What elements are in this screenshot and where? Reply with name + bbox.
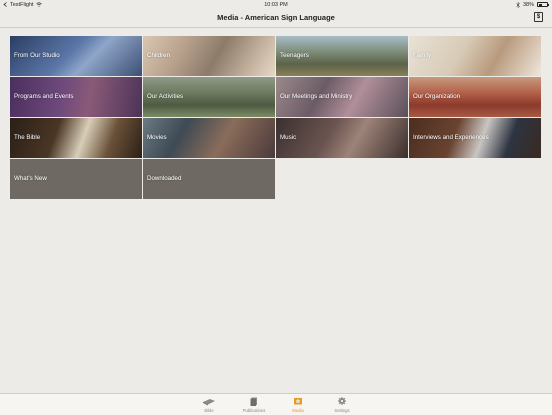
tile-family[interactable]: Family	[409, 36, 541, 76]
tile-label: Children	[147, 52, 171, 59]
page-title: Media - American Sign Language	[217, 13, 335, 22]
bluetooth-icon	[516, 1, 520, 8]
battery-icon	[537, 2, 549, 7]
media-icon	[294, 398, 302, 405]
tile-label: Our Activities	[147, 93, 184, 100]
tile-interviews-and-experiences[interactable]: Interviews and Experiences	[409, 118, 541, 158]
tile-programs-and-events[interactable]: Programs and Events	[10, 77, 142, 117]
publications-icon	[250, 397, 257, 406]
settings-icon	[338, 397, 346, 405]
tile-label: Our Organization	[413, 93, 461, 100]
tile-the-bible[interactable]: The Bible	[10, 118, 142, 158]
tile-music[interactable]: Music	[276, 118, 408, 158]
tab-label: Publications	[242, 408, 266, 413]
bible-icon	[203, 399, 215, 406]
tab-label: Media	[292, 408, 304, 413]
tile-label: Interviews and Experiences	[413, 134, 489, 141]
status-bar: TestFlight 10:03 PM 38%	[0, 0, 552, 9]
tile-label: Movies	[147, 134, 167, 141]
tile-our-activities[interactable]: Our Activities	[143, 77, 275, 117]
tile-label: Our Meetings and Ministry	[280, 93, 353, 100]
tile-movies[interactable]: Movies	[143, 118, 275, 158]
tab-bar: Bible Publications Media Settings	[0, 393, 552, 415]
tile-label: Family	[413, 52, 432, 59]
tab-settings[interactable]: Settings	[324, 396, 360, 413]
tile-teenagers[interactable]: Teenagers	[276, 36, 408, 76]
tile-our-organization[interactable]: Our Organization	[409, 77, 541, 117]
tile-whats-new[interactable]: What's New	[10, 159, 142, 199]
tile-label: What's New	[14, 175, 47, 182]
tab-publications[interactable]: Publications	[236, 396, 272, 413]
sign-language-icon[interactable]: $	[534, 12, 543, 22]
status-right: 38%	[516, 1, 549, 8]
tile-label: Teenagers	[280, 52, 309, 59]
tile-downloaded[interactable]: Downloaded	[143, 159, 275, 199]
tile-label: The Bible	[14, 134, 41, 141]
tile-our-meetings-and-ministry[interactable]: Our Meetings and Ministry	[276, 77, 408, 117]
nav-bar: Media - American Sign Language $	[0, 9, 552, 28]
tile-children[interactable]: Children	[143, 36, 275, 76]
tab-label: Bible	[204, 408, 214, 413]
tile-label: Programs and Events	[14, 93, 74, 100]
tile-label: Music	[280, 134, 297, 141]
battery-percent: 38%	[522, 1, 534, 8]
tab-media[interactable]: Media	[280, 396, 316, 413]
status-time: 10:03 PM	[264, 1, 288, 8]
tile-label: Downloaded	[147, 175, 182, 182]
tile-from-our-studio[interactable]: From Our Studio	[10, 36, 142, 76]
tile-label: From Our Studio	[14, 52, 60, 59]
tab-label: Settings	[334, 408, 350, 413]
tab-bible[interactable]: Bible	[191, 396, 227, 413]
